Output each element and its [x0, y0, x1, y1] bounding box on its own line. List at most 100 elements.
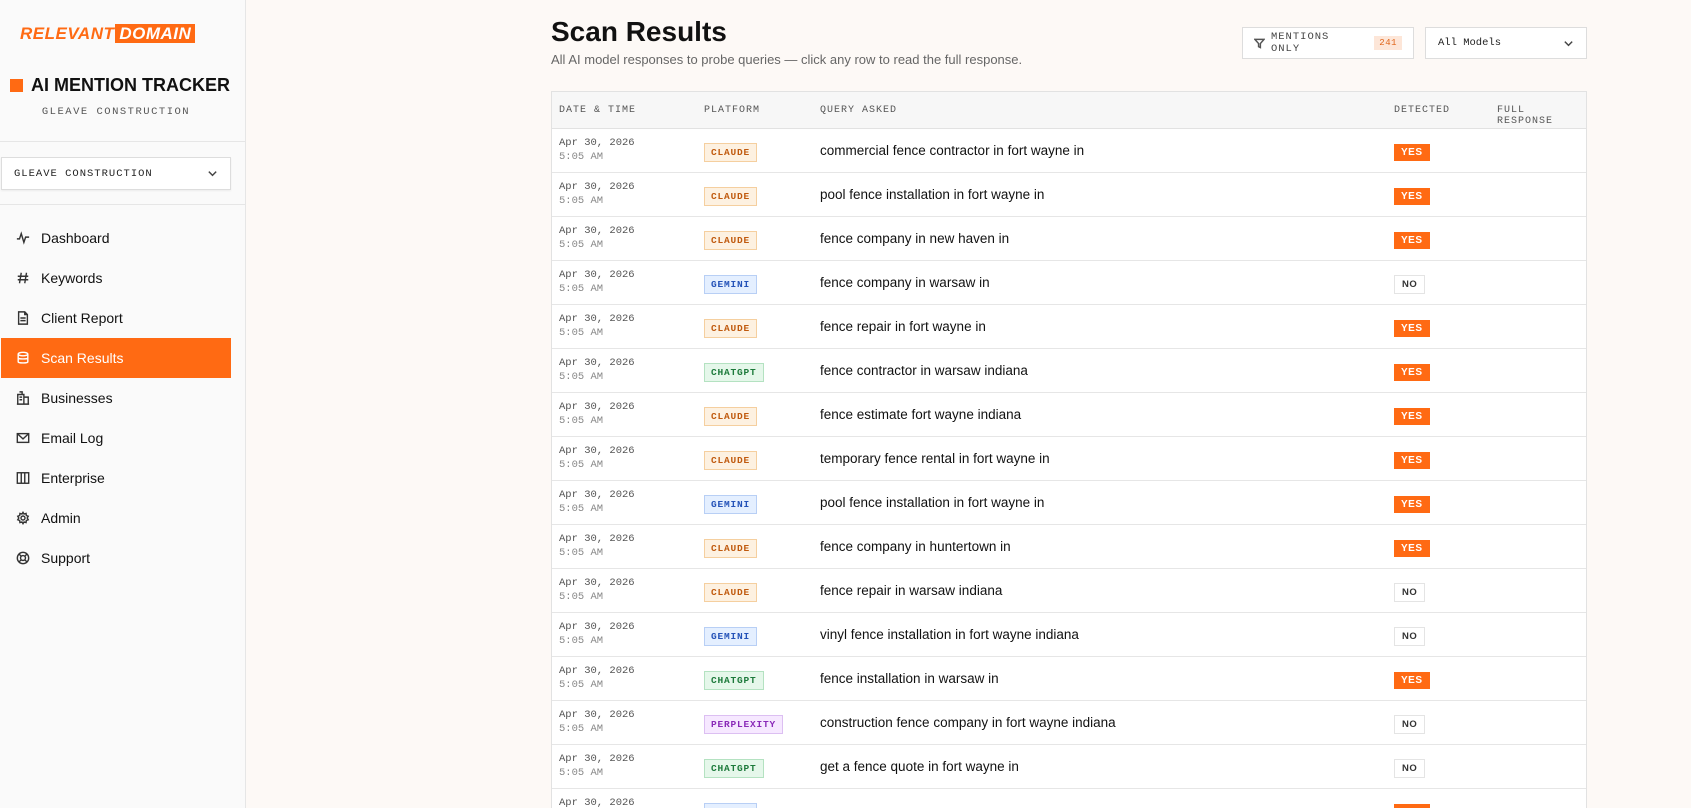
row-time: 5:05 AM [559, 591, 604, 603]
brand-logo-part2: DOMAIN [115, 24, 196, 43]
row-query: fence repair in fort wayne in [820, 319, 986, 334]
brand-logo-part1: RELEVANT [20, 24, 115, 43]
row-detected: YES [1394, 362, 1430, 381]
row-datetime: Apr 30, 2026 5:05 AM [559, 664, 635, 692]
brand-logo[interactable]: RELEVANT DOMAIN [20, 24, 196, 44]
activity-icon [16, 231, 30, 245]
detected-badge: YES [1394, 804, 1430, 808]
table-row[interactable]: Apr 30, 2026 5:05 AM CHATGPT get a fence qu… [552, 745, 1586, 789]
table-row[interactable]: Apr 30, 2026 5:05 AM CLAUDE pool fence inst… [552, 173, 1586, 217]
row-platform: CLAUDE [704, 142, 758, 162]
sidebar-item-admin[interactable]: Admin [1, 498, 231, 538]
sidebar-item-dashboard[interactable]: Dashboard [1, 218, 231, 258]
row-detected: YES [1394, 538, 1430, 557]
detected-badge: YES [1394, 144, 1430, 161]
row-detected: NO [1394, 626, 1426, 646]
row-query: construction fence company in fort wayne… [820, 715, 1116, 730]
columns-icon [16, 471, 30, 485]
row-time: 5:05 AM [559, 679, 604, 691]
row-detected: YES [1394, 318, 1430, 337]
row-detected: YES [1394, 450, 1430, 469]
row-datetime: Apr 30, 2026 5:05 AM [559, 708, 635, 736]
scan-results-table: DATE & TIME PLATFORM QUERY ASKED DETECTE… [551, 91, 1587, 808]
table-row[interactable]: Apr 30, 2026 5:05 AM CLAUDE fence estimate … [552, 393, 1586, 437]
sidebar-item-email-log[interactable]: Email Log [1, 418, 231, 458]
platform-badge: GEMINI [704, 275, 758, 294]
row-datetime: Apr 30, 2026 5:05 AM [559, 444, 635, 472]
business-select[interactable]: GLEAVE CONSTRUCTION [1, 157, 231, 190]
detected-badge: NO [1394, 759, 1426, 778]
detected-badge: YES [1394, 364, 1430, 381]
table-row[interactable]: Apr 30, 2026 GEMINI YES [552, 789, 1586, 808]
table-row[interactable]: Apr 30, 2026 5:05 AM CLAUDE commercial fenc… [552, 129, 1586, 173]
row-date: Apr 30, 2026 [559, 401, 635, 413]
row-query: fence contractor in warsaw indiana [820, 363, 1028, 378]
row-detected: YES [1394, 230, 1430, 249]
chevron-down-icon [1563, 38, 1574, 49]
sidebar-item-label: Businesses [41, 390, 113, 406]
row-query: fence estimate fort wayne indiana [820, 407, 1022, 422]
detected-badge: YES [1394, 672, 1430, 689]
row-date: Apr 30, 2026 [559, 709, 635, 721]
row-platform: CHATGPT [704, 758, 764, 778]
detected-badge: NO [1394, 583, 1426, 602]
table-row[interactable]: Apr 30, 2026 5:05 AM PERPLEXITY constructio… [552, 701, 1586, 745]
row-datetime: Apr 30, 2026 [559, 796, 635, 808]
row-detected: NO [1394, 714, 1426, 734]
platform-badge: PERPLEXITY [704, 715, 784, 734]
sidebar-item-support[interactable]: Support [1, 538, 231, 578]
table-row[interactable]: Apr 30, 2026 5:05 AM CHATGPT fence contract… [552, 349, 1586, 393]
app-title: AI MENTION TRACKER [10, 75, 230, 96]
row-platform: CLAUDE [704, 406, 758, 426]
row-detected: YES [1394, 186, 1430, 205]
table-row[interactable]: Apr 30, 2026 5:05 AM CLAUDE fence repair in… [552, 569, 1586, 613]
sidebar-item-scan-results[interactable]: Scan Results [1, 338, 231, 378]
detected-badge: YES [1394, 188, 1430, 205]
sidebar-item-businesses[interactable]: Businesses [1, 378, 231, 418]
detected-badge: YES [1394, 540, 1430, 557]
row-query: fence installation in warsaw in [820, 671, 999, 686]
row-datetime: Apr 30, 2026 5:05 AM [559, 532, 635, 560]
sidebar-divider [0, 141, 246, 142]
business-select-value: GLEAVE CONSTRUCTION [14, 167, 153, 180]
row-time: 5:05 AM [559, 635, 604, 647]
row-platform: GEMINI [704, 802, 758, 808]
detected-badge: NO [1394, 715, 1426, 734]
sidebar-item-client-report[interactable]: Client Report [1, 298, 231, 338]
sidebar-item-keywords[interactable]: Keywords [1, 258, 231, 298]
row-query: fence repair in warsaw indiana [820, 583, 1003, 598]
column-header-date: DATE & TIME [559, 105, 637, 116]
sidebar-item-label: Scan Results [41, 350, 124, 366]
platform-badge: GEMINI [704, 495, 758, 514]
table-row[interactable]: Apr 30, 2026 5:05 AM GEMINI fence company i… [552, 261, 1586, 305]
detected-badge: YES [1394, 496, 1430, 513]
row-platform: CLAUDE [704, 450, 758, 470]
table-row[interactable]: Apr 30, 2026 5:05 AM CLAUDE fence repair in… [552, 305, 1586, 349]
table-row[interactable]: Apr 30, 2026 5:05 AM CLAUDE temporary fence… [552, 437, 1586, 481]
row-time: 5:05 AM [559, 239, 604, 251]
table-row[interactable]: Apr 30, 2026 5:05 AM GEMINI pool fence inst… [552, 481, 1586, 525]
row-detected: YES [1394, 406, 1430, 425]
table-row[interactable]: Apr 30, 2026 5:05 AM CHATGPT fence installa… [552, 657, 1586, 701]
table-row[interactable]: Apr 30, 2026 5:05 AM GEMINI vinyl fence ins… [552, 613, 1586, 657]
row-date: Apr 30, 2026 [559, 753, 635, 765]
row-time: 5:05 AM [559, 767, 604, 779]
column-header-query: QUERY ASKED [820, 105, 898, 116]
table-row[interactable]: Apr 30, 2026 5:05 AM CLAUDE fence company i… [552, 525, 1586, 569]
table-row[interactable]: Apr 30, 2026 5:05 AM CLAUDE fence company i… [552, 217, 1586, 261]
page-title: Scan Results [551, 16, 727, 47]
sidebar-item-enterprise[interactable]: Enterprise [1, 458, 231, 498]
row-date: Apr 30, 2026 [559, 181, 635, 193]
row-detected: YES [1394, 142, 1430, 161]
row-time: 5:05 AM [559, 459, 604, 471]
mentions-only-filter-button[interactable]: MENTIONS ONLY 241 [1242, 27, 1414, 59]
sidebar-item-label: Dashboard [41, 230, 110, 246]
app-logo-square [10, 79, 23, 92]
sidebar-item-label: Enterprise [41, 470, 105, 486]
life-buoy-icon [16, 551, 30, 565]
row-datetime: Apr 30, 2026 5:05 AM [559, 312, 635, 340]
row-date: Apr 30, 2026 [559, 137, 635, 149]
sidebar-item-label: Support [41, 550, 91, 566]
row-datetime: Apr 30, 2026 5:05 AM [559, 752, 635, 780]
model-select[interactable]: All Models [1425, 27, 1587, 59]
